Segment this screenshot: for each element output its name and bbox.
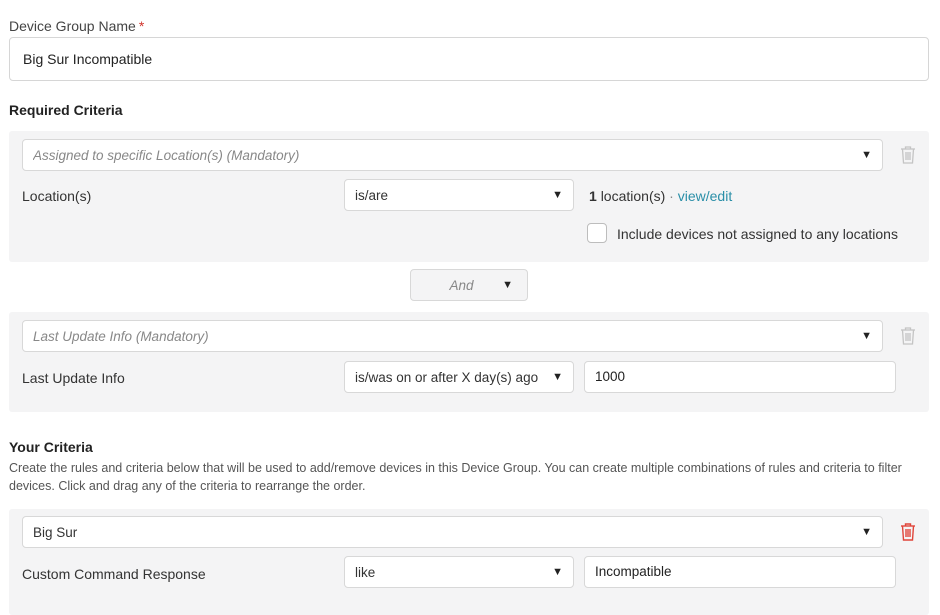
- location-row-label: Location(s): [22, 188, 92, 204]
- last-update-criteria-select[interactable]: Last Update Info (Mandatory) ▼: [22, 320, 883, 352]
- custom-command-value-input[interactable]: Incompatible: [584, 556, 896, 588]
- your-criteria-description: Create the rules and criteria below that…: [9, 461, 902, 493]
- include-unassigned-checkbox[interactable]: [587, 223, 607, 243]
- trash-icon[interactable]: [899, 522, 917, 542]
- custom-command-operator-select[interactable]: like ▼: [344, 556, 574, 588]
- required-criteria-title: Required Criteria: [9, 102, 123, 118]
- conjunction-select[interactable]: And ▼: [410, 269, 528, 301]
- custom-command-row-label: Custom Command Response: [22, 566, 206, 582]
- last-update-row-label: Last Update Info: [22, 370, 125, 386]
- caret-down-icon: ▼: [861, 149, 872, 161]
- required-star: *: [138, 18, 145, 34]
- view-edit-locations-link[interactable]: view/edit: [678, 188, 732, 204]
- last-update-operator-select[interactable]: is/was on or after X day(s) ago ▼: [344, 361, 574, 393]
- caret-down-icon: ▼: [861, 526, 872, 538]
- device-group-name-input[interactable]: Big Sur Incompatible: [9, 37, 929, 81]
- caret-down-icon: ▼: [552, 189, 563, 201]
- your-criteria-title: Your Criteria: [9, 439, 93, 455]
- caret-down-icon: ▼: [552, 566, 563, 578]
- trash-icon[interactable]: [899, 145, 917, 165]
- custom-criteria-select[interactable]: Big Sur ▼: [22, 516, 883, 548]
- location-count-summary: 1 location(s) · view/edit: [589, 188, 733, 204]
- trash-icon[interactable]: [899, 326, 917, 346]
- location-criteria-select[interactable]: Assigned to specific Location(s) (Mandat…: [22, 139, 883, 171]
- device-group-name-label: Device Group Name *: [9, 18, 145, 34]
- last-update-days-input[interactable]: 1000: [584, 361, 896, 393]
- location-operator-select[interactable]: is/are ▼: [344, 179, 574, 211]
- caret-down-icon: ▼: [552, 371, 563, 383]
- include-unassigned-label: Include devices not assigned to any loca…: [617, 226, 898, 242]
- caret-down-icon: ▼: [502, 279, 513, 291]
- caret-down-icon: ▼: [861, 330, 872, 342]
